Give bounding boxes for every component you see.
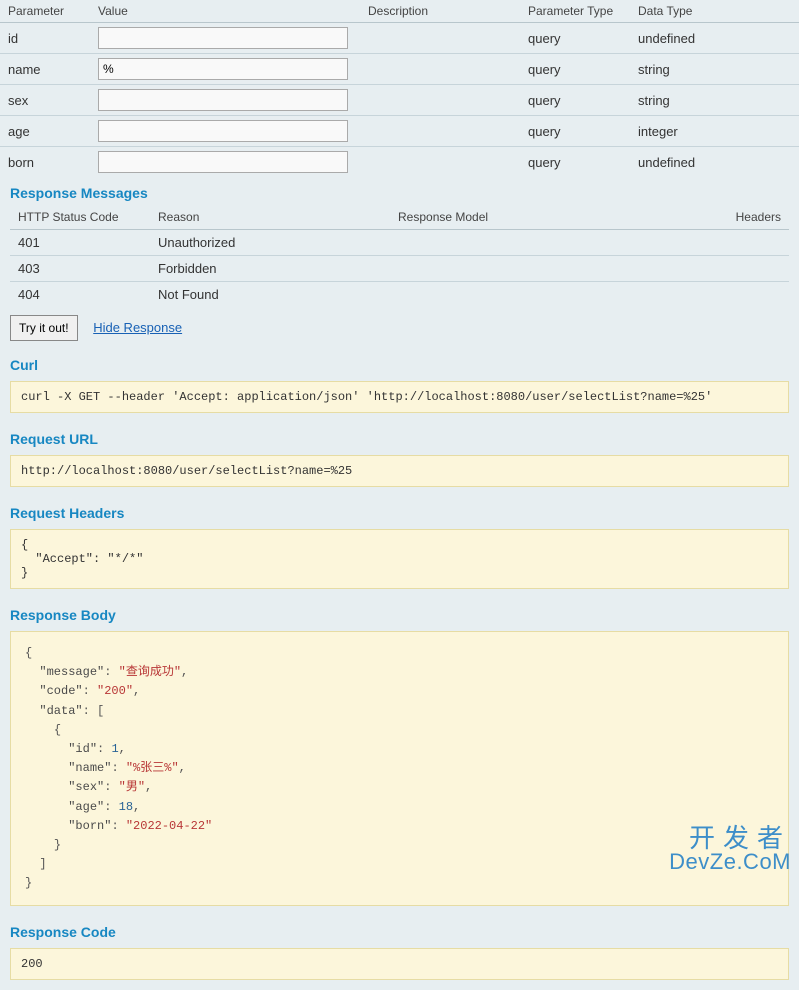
param-desc xyxy=(360,85,520,116)
response-messages-title: Response Messages xyxy=(0,177,799,205)
resp-code: 404 xyxy=(10,282,150,308)
param-value-cell xyxy=(90,116,360,147)
request-url-box: http://localhost:8080/user/selectList?na… xyxy=(10,455,789,487)
params-header-parameter: Parameter xyxy=(0,0,90,23)
param-value-cell xyxy=(90,85,360,116)
params-header-paramtype: Parameter Type xyxy=(520,0,630,23)
action-row: Try it out! Hide Response xyxy=(0,307,799,349)
param-sex-input[interactable] xyxy=(98,89,348,111)
param-desc xyxy=(360,54,520,85)
params-header-datatype: Data Type xyxy=(630,0,799,23)
request-headers-box: { "Accept": "*/*" } xyxy=(10,529,789,589)
resp-code: 401 xyxy=(10,230,150,256)
resp-code: 403 xyxy=(10,256,150,282)
resp-header-headers: Headers xyxy=(709,205,789,230)
curl-box: curl -X GET --header 'Accept: applicatio… xyxy=(10,381,789,413)
param-name: born xyxy=(0,147,90,178)
param-name: name xyxy=(0,54,90,85)
request-headers-title: Request Headers xyxy=(0,497,799,525)
hide-response-link[interactable]: Hide Response xyxy=(93,320,182,335)
resp-headers xyxy=(709,282,789,308)
param-born-input[interactable] xyxy=(98,151,348,173)
params-header-value: Value xyxy=(90,0,360,23)
table-row: id queryundefined xyxy=(0,23,799,54)
response-code-box: 200 xyxy=(10,948,789,980)
param-type: query xyxy=(520,85,630,116)
response-body-title: Response Body xyxy=(0,599,799,627)
param-name-input[interactable] xyxy=(98,58,348,80)
resp-reason: Forbidden xyxy=(150,256,390,282)
table-row: 401Unauthorized xyxy=(10,230,789,256)
param-name: sex xyxy=(0,85,90,116)
response-body-box: { "message": "查询成功", "code": "200", "dat… xyxy=(10,631,789,906)
resp-reason: Not Found xyxy=(150,282,390,308)
param-age-input[interactable] xyxy=(98,120,348,142)
curl-title: Curl xyxy=(0,349,799,377)
table-row: sex querystring xyxy=(0,85,799,116)
param-value-cell xyxy=(90,54,360,85)
resp-model xyxy=(390,256,709,282)
param-dtype: undefined xyxy=(630,147,799,178)
param-type: query xyxy=(520,23,630,54)
resp-headers xyxy=(709,230,789,256)
param-type: query xyxy=(520,54,630,85)
param-type: query xyxy=(520,147,630,178)
resp-headers xyxy=(709,256,789,282)
table-row: 404Not Found xyxy=(10,282,789,308)
param-value-cell xyxy=(90,23,360,54)
request-url-title: Request URL xyxy=(0,423,799,451)
parameters-table: Parameter Value Description Parameter Ty… xyxy=(0,0,799,177)
resp-model xyxy=(390,282,709,308)
resp-header-code: HTTP Status Code xyxy=(10,205,150,230)
param-desc xyxy=(360,23,520,54)
param-type: query xyxy=(520,116,630,147)
table-row: age queryinteger xyxy=(0,116,799,147)
param-name: id xyxy=(0,23,90,54)
response-messages-table: HTTP Status Code Reason Response Model H… xyxy=(10,205,789,307)
param-dtype: undefined xyxy=(630,23,799,54)
param-name: age xyxy=(0,116,90,147)
param-dtype: integer xyxy=(630,116,799,147)
param-dtype: string xyxy=(630,54,799,85)
param-desc xyxy=(360,116,520,147)
table-row: born queryundefined xyxy=(0,147,799,178)
resp-reason: Unauthorized xyxy=(150,230,390,256)
param-value-cell xyxy=(90,147,360,178)
param-desc xyxy=(360,147,520,178)
response-code-title: Response Code xyxy=(0,916,799,944)
table-row: name querystring xyxy=(0,54,799,85)
params-header-description: Description xyxy=(360,0,520,23)
param-id-input[interactable] xyxy=(98,27,348,49)
resp-header-model: Response Model xyxy=(390,205,709,230)
table-row: 403Forbidden xyxy=(10,256,789,282)
param-dtype: string xyxy=(630,85,799,116)
resp-model xyxy=(390,230,709,256)
resp-header-reason: Reason xyxy=(150,205,390,230)
try-it-out-button[interactable]: Try it out! xyxy=(10,315,78,341)
